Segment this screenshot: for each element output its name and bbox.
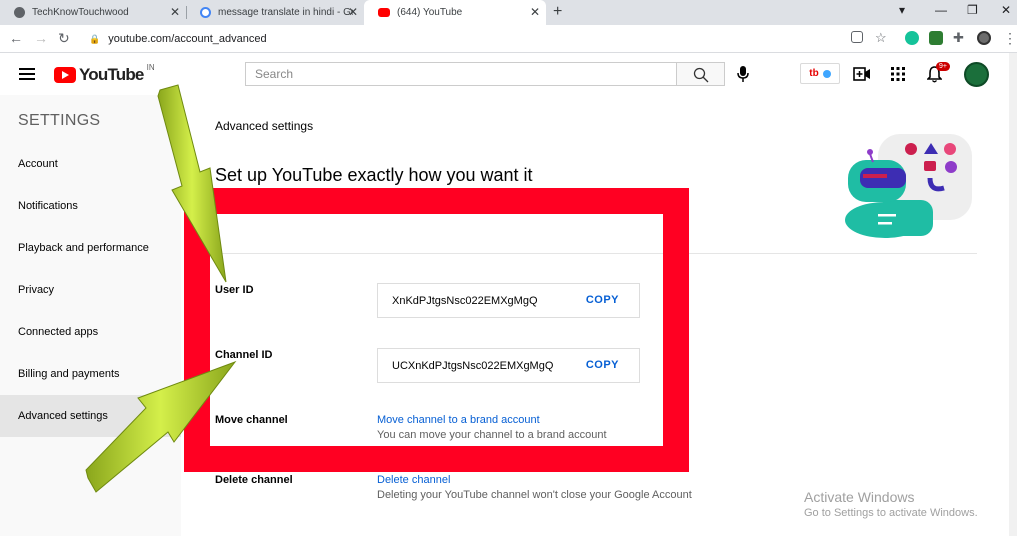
new-tab-icon[interactable]: + xyxy=(553,3,562,21)
sidebar-item-connected-apps[interactable]: Connected apps xyxy=(0,311,181,353)
window-close-icon[interactable]: ✕ xyxy=(1001,3,1011,17)
sidebar-item-label: Notifications xyxy=(18,200,78,212)
delete-channel-description: Deleting your YouTube channel won't clos… xyxy=(377,489,692,501)
tab-techknowtouchwood[interactable]: TechKnowTouchwood ✕ xyxy=(0,0,186,25)
sidebar-item-advanced-settings[interactable]: Advanced settings xyxy=(0,395,181,437)
minimize-icon[interactable]: — xyxy=(935,3,947,17)
close-icon[interactable]: ✕ xyxy=(348,6,358,18)
reload-icon[interactable]: ↻ xyxy=(58,31,70,45)
youtube-play-icon xyxy=(54,67,76,83)
logo-text: YouTube xyxy=(79,65,144,84)
tubebuddy-extension-button[interactable]: tb xyxy=(800,63,840,84)
browser-tab-bar: TechKnowTouchwood ✕ message translate in… xyxy=(0,0,1017,25)
page-title: Advanced settings xyxy=(215,119,314,133)
tab-search-icon[interactable]: ▾ xyxy=(899,3,905,17)
search-icon xyxy=(693,67,709,83)
youtube-icon xyxy=(378,8,390,17)
lock-icon: 🔒 xyxy=(89,33,101,44)
hamburger-menu-icon[interactable] xyxy=(19,68,35,80)
activate-windows-title: Activate Windows xyxy=(804,489,915,505)
grammarly-icon[interactable] xyxy=(905,31,919,45)
close-icon[interactable]: ✕ xyxy=(530,6,540,18)
avatar[interactable] xyxy=(964,62,989,87)
search-input[interactable]: Search xyxy=(245,62,677,86)
google-icon xyxy=(200,7,211,18)
youtube-logo[interactable]: YouTube IN xyxy=(54,62,155,85)
highlight-frame xyxy=(184,188,689,472)
apps-grid-icon[interactable] xyxy=(891,67,905,81)
sidebar-title: SETTINGS xyxy=(18,112,101,129)
restore-icon[interactable]: ❐ xyxy=(967,3,978,17)
sidebar-item-label: Account xyxy=(18,158,58,170)
sidebar-item-label: Advanced settings xyxy=(18,410,108,422)
tab-title: TechKnowTouchwood xyxy=(32,7,129,18)
settings-sidebar: SETTINGS Account Notifications Playback … xyxy=(0,95,181,536)
sidebar-item-label: Connected apps xyxy=(18,326,99,338)
status-dot-icon xyxy=(822,69,831,78)
tab-youtube[interactable]: (644) YouTube ✕ xyxy=(364,0,546,25)
delete-channel-link[interactable]: Delete channel xyxy=(377,474,450,486)
tubebuddy-label: tb xyxy=(809,68,819,79)
scrollbar[interactable] xyxy=(1009,53,1017,536)
bookmark-star-icon[interactable]: ☆ xyxy=(875,31,887,45)
sidebar-item-notifications[interactable]: Notifications xyxy=(0,185,181,227)
tab-google-translate[interactable]: message translate in hindi - Goog ✕ xyxy=(186,0,364,25)
sidebar-item-label: Billing and payments xyxy=(18,368,120,380)
delete-channel-label: Delete channel xyxy=(215,474,293,486)
tab-title: message translate in hindi - Goog xyxy=(218,7,353,18)
settings-illustration-icon xyxy=(845,134,972,238)
close-icon[interactable]: ✕ xyxy=(170,6,180,18)
puzzle-icon[interactable]: ✚ xyxy=(953,31,964,45)
install-icon[interactable] xyxy=(851,31,863,43)
extension-icon[interactable] xyxy=(929,31,943,45)
sidebar-item-account[interactable]: Account xyxy=(0,143,181,185)
sidebar-item-playback[interactable]: Playback and performance xyxy=(0,227,181,269)
tab-title: (644) YouTube xyxy=(397,7,463,18)
youtube-header: YouTube IN Search tb 9+ xyxy=(0,53,1017,95)
globe-icon xyxy=(14,7,25,18)
search-button[interactable] xyxy=(677,62,725,86)
hero-heading: Set up YouTube exactly how you want it xyxy=(215,165,533,185)
url-field[interactable]: 🔒 youtube.com/account_advanced xyxy=(80,28,900,50)
sidebar-item-privacy[interactable]: Privacy xyxy=(0,269,181,311)
sidebar-item-billing[interactable]: Billing and payments xyxy=(0,353,181,395)
notification-count-badge: 9+ xyxy=(936,62,950,71)
activate-windows-subtitle: Go to Settings to activate Windows. xyxy=(804,507,978,519)
profile-icon[interactable] xyxy=(977,31,991,45)
forward-icon[interactable]: → xyxy=(34,31,48,45)
address-bar-row: ← → ↻ 🔒 youtube.com/account_advanced ☆ ✚… xyxy=(0,25,1017,53)
country-code: IN xyxy=(146,62,155,72)
menu-kebab-icon[interactable]: ⋮ xyxy=(1003,31,1017,45)
sidebar-item-label: Playback and performance xyxy=(18,242,149,254)
back-icon[interactable]: ← xyxy=(9,31,23,45)
url-text: youtube.com/account_advanced xyxy=(108,33,267,45)
sidebar-item-label: Privacy xyxy=(18,284,55,296)
microphone-icon[interactable] xyxy=(736,66,750,82)
create-video-icon[interactable] xyxy=(853,67,871,81)
